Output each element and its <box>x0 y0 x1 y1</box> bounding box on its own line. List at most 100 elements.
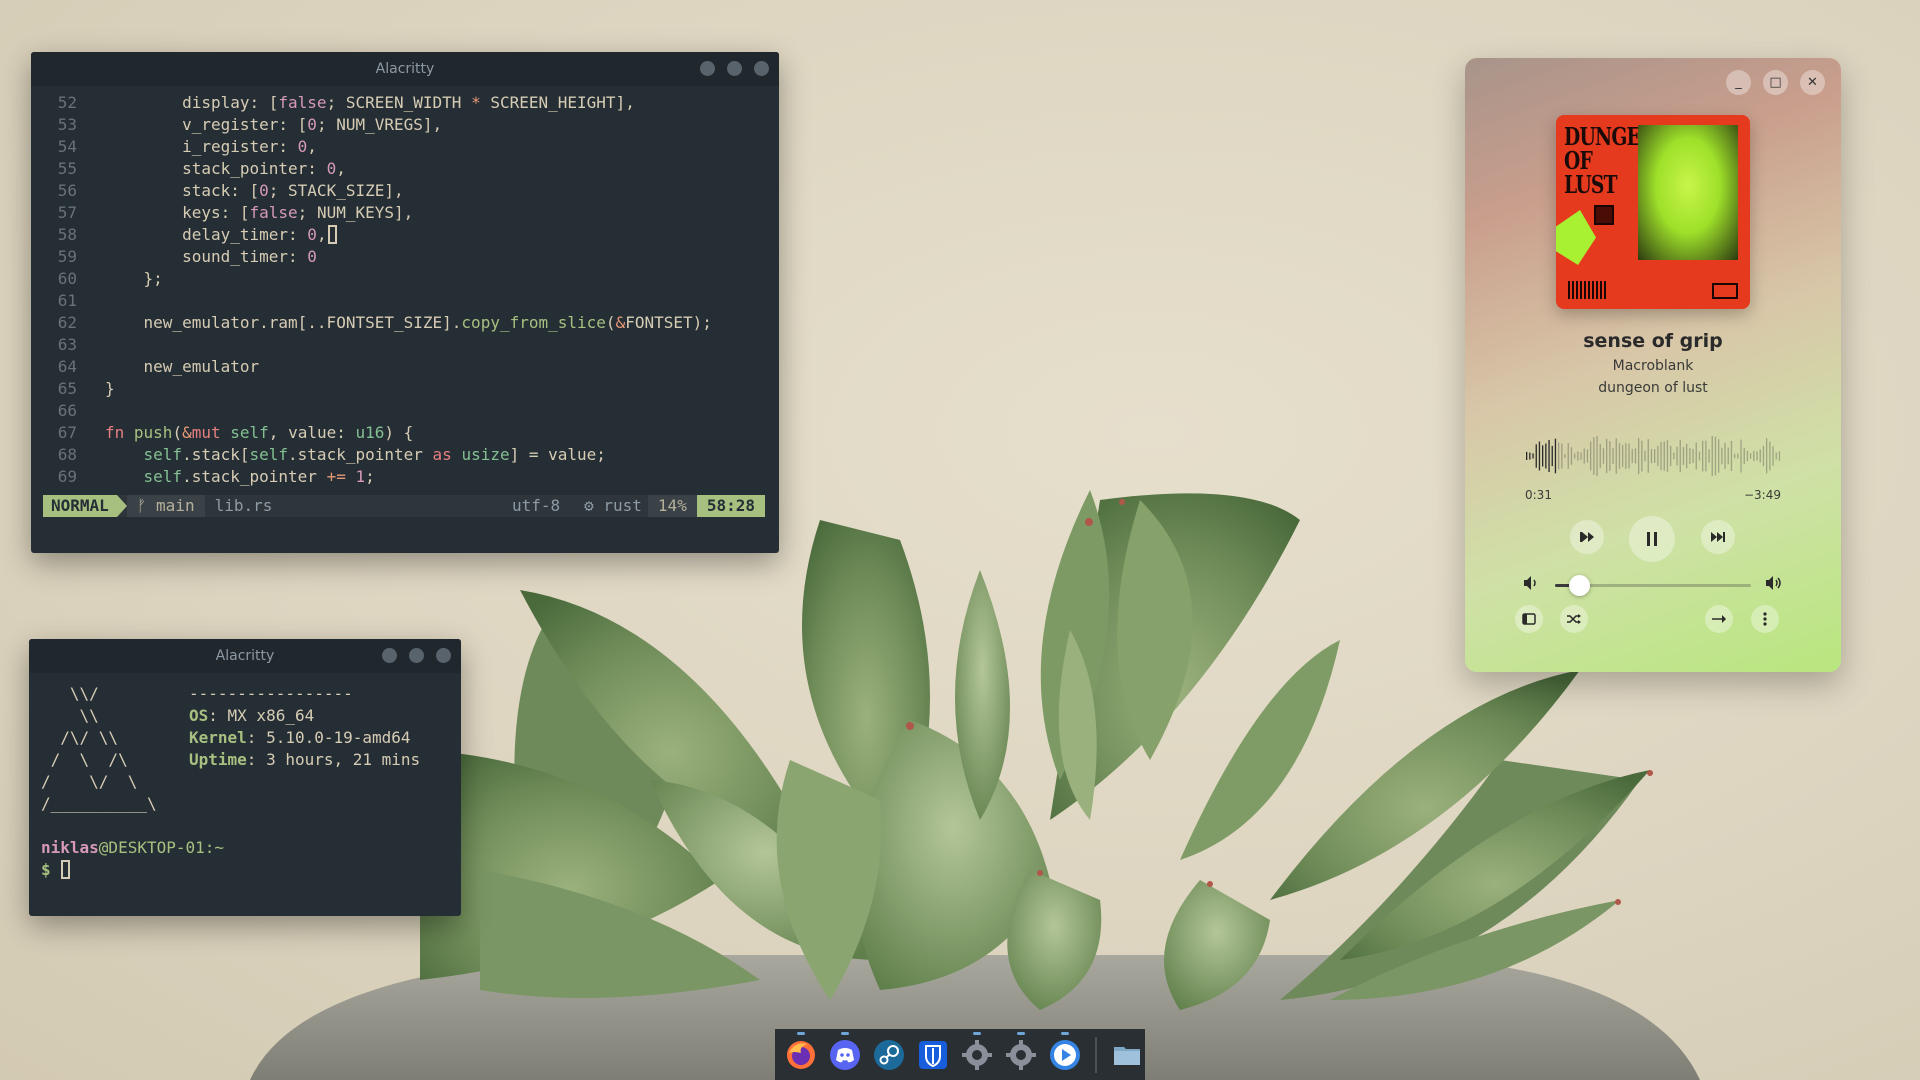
next-button[interactable] <box>1701 520 1735 554</box>
uptime-label: Uptime <box>189 750 247 769</box>
waveform-bar <box>1612 447 1614 464</box>
minimize-button[interactable]: _ <box>1726 70 1751 95</box>
shell-prompt[interactable]: niklas@DESKTOP-01:~ $ <box>41 837 224 881</box>
minimize-button[interactable] <box>382 648 397 663</box>
waveform-bar <box>1756 451 1758 461</box>
dock-steam-icon[interactable] <box>871 1036 907 1073</box>
waveform-bar <box>1577 451 1579 461</box>
maximize-button[interactable] <box>727 61 742 76</box>
dock-firefox-icon[interactable] <box>783 1032 819 1073</box>
shuffle-button[interactable] <box>1560 605 1588 633</box>
waveform-bar <box>1750 453 1752 459</box>
volume-knob[interactable] <box>1568 575 1590 596</box>
running-indicator <box>1017 1032 1025 1035</box>
music-player-window[interactable]: _ □ ✕ DUNGEON OF LUST sense of grip Macr… <box>1465 58 1841 672</box>
waveform-bar <box>1689 448 1691 464</box>
dock-settings-icon[interactable] <box>959 1032 995 1073</box>
git-branch: ᚠ main <box>126 495 205 517</box>
waveform-bar <box>1545 443 1547 469</box>
waveform-bar <box>1599 443 1601 469</box>
sidebar-icon <box>1522 613 1536 625</box>
line-content: self.stack[self.stack_pointer as usize] … <box>143 445 606 464</box>
close-button[interactable] <box>754 61 769 76</box>
waveform-bar <box>1702 440 1704 472</box>
info-separator: ----------------- <box>189 684 353 703</box>
waveform-bar <box>1650 448 1653 464</box>
line-content: self.stack_pointer += 1; <box>143 467 375 486</box>
running-indicator <box>1061 1032 1069 1035</box>
dock-discord-icon[interactable] <box>827 1032 863 1073</box>
waveform-bar <box>1698 451 1701 461</box>
volume-slider[interactable] <box>1555 575 1751 596</box>
line-number: 67 <box>57 423 77 442</box>
waveform-bar <box>1638 438 1640 474</box>
code-line: 63 <box>31 334 779 356</box>
waveform-bar <box>1609 441 1611 471</box>
maximize-button[interactable]: □ <box>1763 70 1788 95</box>
waveform-bar <box>1538 441 1541 471</box>
sidebar-toggle-button[interactable] <box>1515 605 1543 633</box>
dock-files-icon[interactable] <box>1109 1036 1145 1073</box>
line-number: 61 <box>57 291 77 310</box>
dock-media-player-icon[interactable] <box>1047 1032 1083 1073</box>
waveform-bar <box>1682 447 1685 465</box>
code-editor[interactable]: 52 display: [false; SCREEN_WIDTH * SCREE… <box>31 86 779 488</box>
vim-statusline: NORMAL ᚠ main lib.rs utf-8 ⚙ rust 14% 58… <box>43 495 765 517</box>
more-options-button[interactable] <box>1751 605 1779 633</box>
kebab-menu-icon <box>1763 612 1767 626</box>
editor-terminal-window[interactable]: Alacritty 52 display: [false; SCREEN_WID… <box>31 52 779 553</box>
dock <box>775 1029 1145 1080</box>
waveform-bar <box>1711 436 1713 476</box>
line-number: 63 <box>57 335 77 354</box>
waveform-bar <box>1602 448 1605 464</box>
close-button[interactable] <box>436 648 451 663</box>
waveform-bar <box>1766 438 1768 474</box>
maximize-button[interactable] <box>409 648 424 663</box>
line-number: 60 <box>57 269 77 288</box>
waveform-bar <box>1631 448 1633 464</box>
line-number: 55 <box>57 159 77 178</box>
volume-high-icon <box>1765 576 1783 594</box>
fetch-terminal-window[interactable]: Alacritty \\/ \\ /\/ \\ / \ /\ / \/ \ /_… <box>29 639 461 916</box>
code-line: 54 i_register: 0, <box>31 136 779 158</box>
line-content: } <box>105 379 115 398</box>
waveform-bar <box>1775 452 1777 460</box>
waveform-bar <box>1705 440 1707 472</box>
line-number: 59 <box>57 247 77 266</box>
line-content: sound_timer: 0 <box>105 247 317 266</box>
title-bar[interactable]: Alacritty <box>29 639 461 673</box>
close-button[interactable]: ✕ <box>1800 70 1825 95</box>
waveform-bar <box>1548 440 1550 472</box>
remaining-time: −3:49 <box>1743 488 1781 502</box>
repeat-button[interactable] <box>1705 605 1733 633</box>
waveform-bar <box>1618 443 1621 469</box>
minimize-button[interactable] <box>700 61 715 76</box>
previous-button[interactable] <box>1570 520 1604 554</box>
filetype-label: rust <box>603 496 642 515</box>
waveform-bar <box>1660 441 1662 471</box>
waveform-seekbar[interactable] <box>1525 431 1781 481</box>
waveform-bar <box>1737 453 1739 459</box>
terminal-cursor <box>61 860 71 879</box>
waveform-bar <box>1641 440 1643 472</box>
cursor-position: 58:28 <box>696 495 765 517</box>
dock-settings-2-icon[interactable] <box>1003 1032 1039 1073</box>
window-title: Alacritty <box>375 61 435 77</box>
waveform-bar <box>1561 443 1563 469</box>
waveform-bar <box>1622 445 1624 467</box>
waveform-bar <box>1580 452 1582 460</box>
waveform-bar <box>1718 439 1720 473</box>
dock-bitwarden-icon[interactable] <box>915 1036 951 1073</box>
scroll-percent: 14% <box>647 495 697 517</box>
waveform-bar <box>1692 448 1694 463</box>
line-content: new_emulator <box>105 357 260 376</box>
line-content: v_register: [0; NUM_VREGS], <box>105 115 443 134</box>
track-album: dungeon of lust <box>1598 380 1708 396</box>
title-bar[interactable]: Alacritty <box>31 52 779 86</box>
line-content: keys: [false; NUM_KEYS], <box>105 203 414 222</box>
line-number: 65 <box>57 379 77 398</box>
code-line: 61 <box>31 290 779 312</box>
waveform-bar <box>1679 439 1681 473</box>
waveform-bar <box>1564 454 1566 458</box>
play-pause-button[interactable] <box>1629 516 1675 562</box>
